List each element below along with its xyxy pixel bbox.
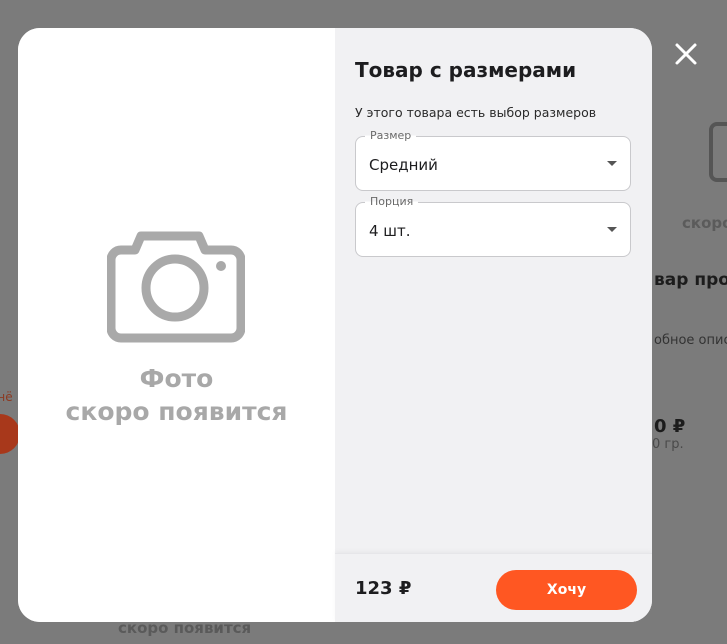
- chevron-down-icon: [607, 161, 617, 166]
- size-select[interactable]: Размер Средний: [355, 129, 631, 191]
- background-link: онё: [0, 390, 13, 404]
- chevron-down-icon: [607, 227, 617, 232]
- product-details-panel: Товар с размерами У этого товара есть вы…: [335, 28, 652, 622]
- camera-icon: [107, 231, 245, 343]
- close-icon: [675, 43, 697, 65]
- background-card-title: вар про: [654, 270, 727, 290]
- portion-select[interactable]: Порция 4 шт.: [355, 195, 631, 257]
- background-cart-button: [0, 414, 20, 454]
- close-button[interactable]: [672, 40, 700, 68]
- size-select-value: Средний: [369, 156, 438, 174]
- modal-footer: 123 ₽ Хочу: [335, 553, 652, 622]
- background-card-description: обное опис: [654, 333, 727, 348]
- product-title: Товар с размерами: [355, 58, 577, 82]
- size-select-label: Размер: [365, 129, 417, 142]
- product-modal: Фото скоро появится Товар с размерами У …: [18, 28, 652, 622]
- background-card-weight: 0 гр.: [652, 437, 684, 452]
- background-card-price: 0 ₽: [654, 416, 686, 437]
- product-subtitle: У этого товара есть выбор размеров: [355, 105, 597, 120]
- product-price: 123 ₽: [355, 578, 412, 599]
- product-image-area: Фото скоро появится: [18, 28, 335, 622]
- background-camera-icon: [709, 122, 727, 182]
- want-button[interactable]: Хочу: [496, 570, 637, 610]
- photo-placeholder-text: Фото скоро появится: [18, 362, 335, 428]
- background-card-soon: скоро: [682, 214, 727, 232]
- photo-placeholder-line1: Фото: [139, 364, 214, 393]
- portion-select-label: Порция: [365, 195, 419, 208]
- photo-placeholder-line2: скоро появится: [65, 397, 288, 426]
- portion-select-value: 4 шт.: [369, 222, 411, 240]
